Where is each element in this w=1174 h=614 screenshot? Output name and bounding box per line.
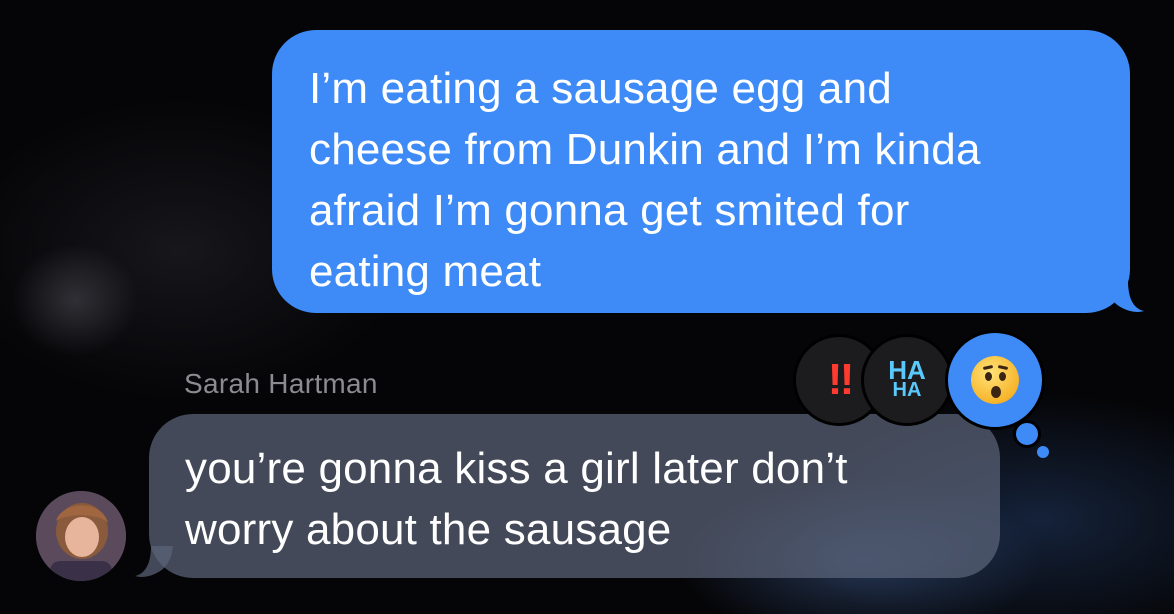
bubble-tail [1106, 281, 1144, 312]
message-line: eating meat [309, 247, 542, 296]
bubble-tail [135, 546, 173, 577]
message-line: worry about the sausage [185, 505, 672, 554]
double-exclamation-icon: ‼ [827, 355, 855, 404]
incoming-message-bubble[interactable]: you’re gonna kiss a girl later don’t wor… [135, 414, 1000, 578]
tapback-haha[interactable]: HA HA [861, 334, 953, 426]
message-line: I’m eating a sausage egg and [309, 64, 892, 113]
outgoing-message-bubble[interactable]: I’m eating a sausage egg and cheese from… [272, 30, 1144, 313]
surprised-face-icon [971, 356, 1019, 404]
haha-icon: HA [888, 355, 926, 385]
haha-icon: HA [892, 379, 922, 401]
avatar-photo-icon [36, 491, 126, 581]
conversation-view: I’m eating a sausage egg and cheese from… [0, 0, 1174, 614]
avatar[interactable] [36, 491, 126, 581]
message-line: you’re gonna kiss a girl later don’t [185, 444, 848, 493]
sender-name: Sarah Hartman [184, 368, 378, 399]
tapback-emoji[interactable] [945, 330, 1045, 430]
tapback-bubble-dot [1013, 420, 1041, 448]
message-line: cheese from Dunkin and I’m kinda [309, 125, 981, 174]
tapback-bubble-dot [1037, 446, 1049, 458]
message-line: afraid I’m gonna get smited for [309, 186, 910, 235]
